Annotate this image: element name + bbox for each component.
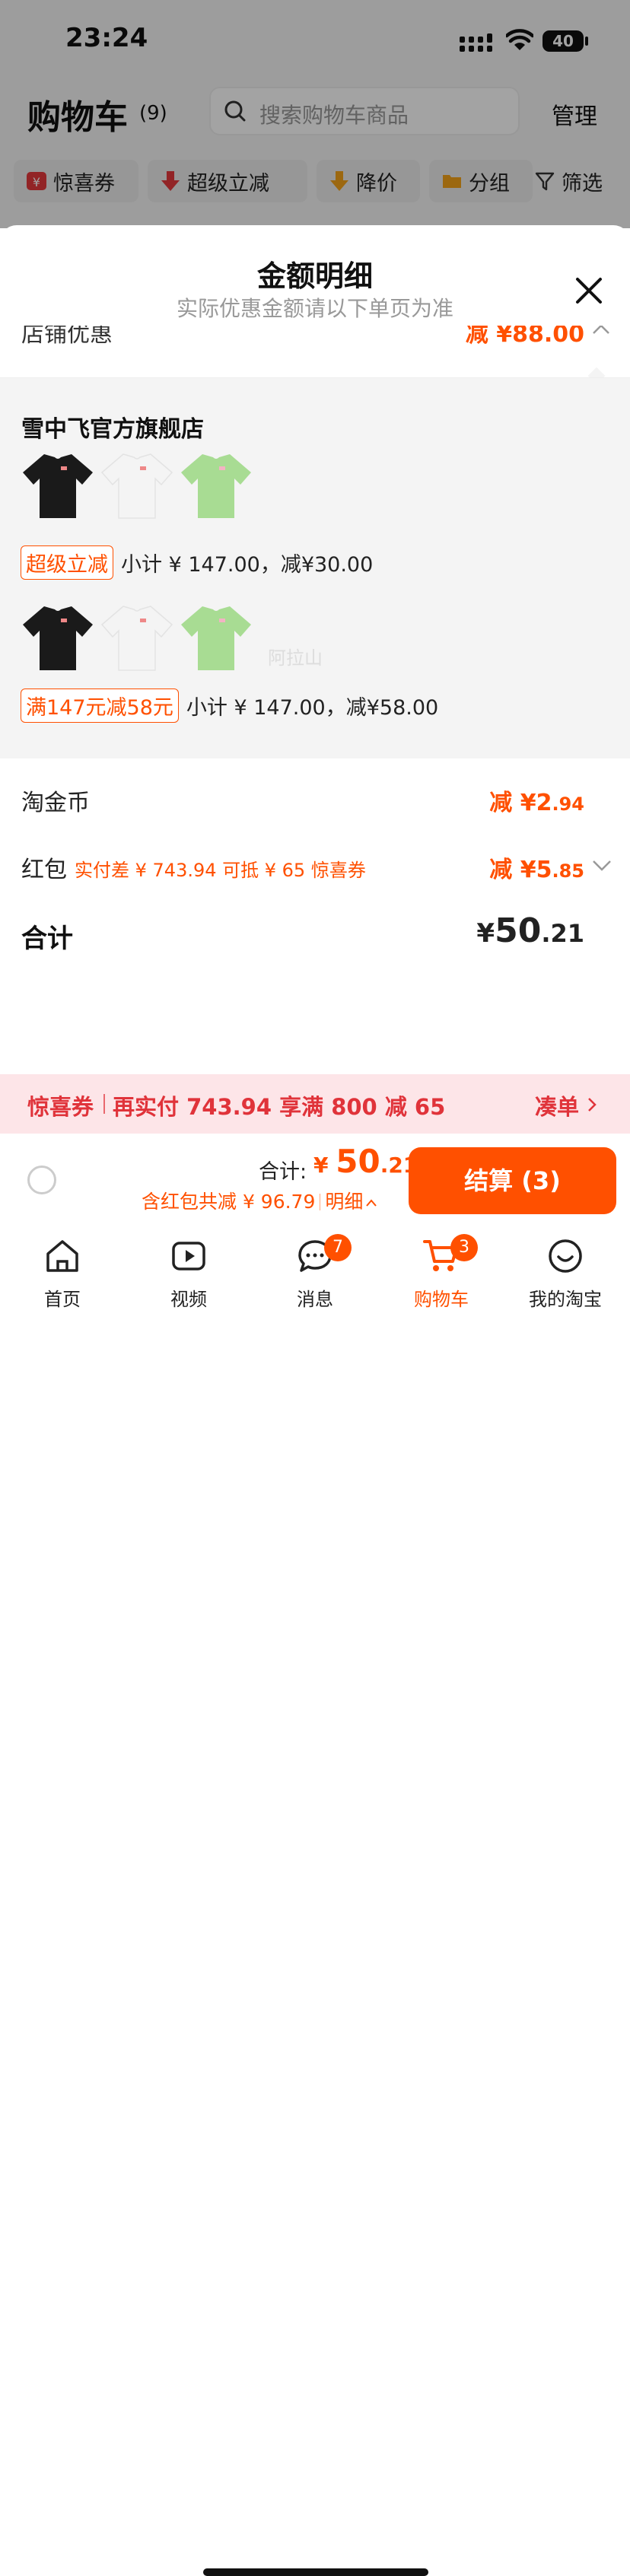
tab-cart[interactable]: 购物车 3: [396, 1234, 487, 1313]
sum-amount: ¥ 50.21: [313, 1143, 418, 1180]
tao-coin-row: 淘金币 减 ¥2.94: [0, 778, 630, 823]
shop-name: 雪中飞官方旗舰店: [21, 416, 204, 443]
add-items-link[interactable]: 凑单: [535, 1089, 579, 1121]
detail-link[interactable]: 明细: [325, 1191, 363, 1213]
sheet-title: 金额明细: [256, 259, 373, 293]
tab-my-taobao[interactable]: 我的淘宝: [520, 1237, 611, 1313]
promo-line-1: 超级立减 小计 ¥ 147.00，减¥30.00: [21, 545, 374, 580]
group-subtotal: 小计 ¥ 147.00，减¥30.00: [121, 552, 374, 577]
shop-breakdown: 雪中飞官方旗舰店 超级立减 小计 ¥ 147.00，减¥30.00 阿拉山 满1…: [0, 378, 630, 758]
promo-tag: 超级立减: [21, 545, 113, 580]
product-thumbnail[interactable]: [180, 448, 253, 521]
total-amount: ¥50.21: [476, 911, 584, 950]
product-thumbnail[interactable]: [21, 448, 94, 521]
checkout-bar: 合计: ¥ 50.21 含红包共减 ¥ 96.79 明细 结算 (3): [0, 1134, 630, 1229]
red-packet-row[interactable]: 红包 实付差 ¥ 743.94 可抵 ¥ 65 惊喜券 减 ¥5.85: [0, 844, 630, 890]
banner-text: 再实付 743.94 享满 800 减 65: [113, 1094, 446, 1120]
message-badge: 7: [324, 1234, 352, 1261]
discount-summary[interactable]: 含红包共减 ¥ 96.79 明细: [142, 1187, 377, 1214]
product-thumbnail[interactable]: [180, 600, 253, 673]
sum-label: 合计:: [259, 1160, 307, 1184]
chevron-up-icon: [593, 326, 609, 334]
tab-video[interactable]: 视频: [143, 1237, 234, 1313]
profile-icon: [549, 1239, 582, 1273]
watermark: 阿拉山: [268, 647, 323, 669]
expand-pointer: [587, 367, 606, 377]
banner-title: 惊喜券: [27, 1094, 94, 1120]
store-discount-value: 减 ¥88.00: [465, 326, 584, 348]
tao-coin-label: 淘金币: [21, 790, 90, 816]
checkout-button[interactable]: 结算 (3): [409, 1147, 616, 1214]
black-tshirt-image: [23, 606, 93, 670]
cart-badge: 3: [450, 1234, 478, 1261]
tab-home[interactable]: 首页: [17, 1237, 108, 1313]
store-discount-label: 店铺优惠: [21, 326, 113, 348]
green-tshirt-image: [181, 606, 251, 670]
product-thumbnail[interactable]: [100, 600, 173, 673]
close-icon[interactable]: [574, 275, 604, 306]
modal-backdrop[interactable]: [0, 0, 630, 228]
white-tshirt-image: [100, 453, 173, 519]
promo-tag: 满147元减58元: [21, 688, 179, 723]
red-packet-label: 红包: [21, 857, 67, 883]
home-icon: [46, 1240, 78, 1272]
sheet-subtitle: 实际优惠金额请以下单页为准: [176, 296, 453, 321]
tao-coin-amount: 减 ¥2.94: [489, 790, 584, 816]
banner-divider: [103, 1094, 105, 1114]
tab-messages[interactable]: 消息 7: [269, 1234, 361, 1313]
amount-detail-sheet: 金额明细 实际优惠金额请以下单页为准 店铺优惠 减 ¥88.00 雪中飞官方旗舰…: [0, 225, 630, 1138]
promo-line-2: 满147元减58元 小计 ¥ 147.00，减¥58.00: [21, 688, 439, 723]
red-packet-amount: 减 ¥5.85: [489, 857, 584, 883]
red-packet-hint: 实付差 ¥ 743.94 可抵 ¥ 65 惊喜券: [75, 860, 366, 881]
chevron-right-icon: [588, 1098, 597, 1111]
white-tshirt-image: [100, 606, 173, 671]
product-thumbnail[interactable]: [100, 448, 173, 521]
total-row: 合计 ¥50.21: [0, 911, 630, 957]
black-tshirt-image: [23, 454, 93, 518]
total-label: 合计: [21, 924, 73, 954]
select-all-checkbox[interactable]: [27, 1166, 56, 1194]
home-indicator: [203, 2568, 428, 2576]
group-subtotal: 小计 ¥ 147.00，减¥58.00: [186, 695, 439, 720]
green-tshirt-image: [181, 454, 251, 518]
surprise-coupon-banner[interactable]: 惊喜券 再实付 743.94 享满 800 减 65 凑单: [0, 1074, 630, 1134]
store-discount-row[interactable]: 店铺优惠 减 ¥88.00: [0, 326, 630, 378]
chevron-down-icon: [593, 860, 611, 871]
bottom-tab-bar: 首页 视频 消息 7 购物车 3 我的淘宝: [0, 1228, 630, 2576]
product-thumbnail[interactable]: [21, 600, 94, 673]
video-icon: [172, 1242, 205, 1271]
chevron-up-icon: [366, 1199, 377, 1207]
